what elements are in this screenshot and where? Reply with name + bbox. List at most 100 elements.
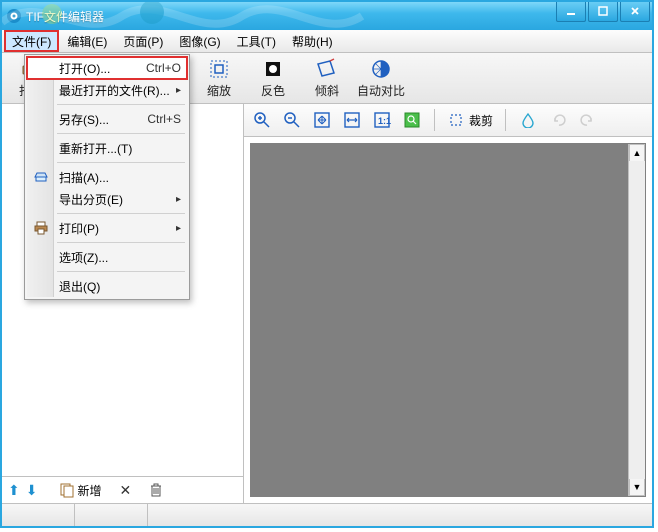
- image-canvas[interactable]: ▲ ▼: [250, 143, 646, 497]
- close-button[interactable]: [620, 1, 650, 22]
- zoom-out-icon: [283, 111, 301, 129]
- menu-save-as[interactable]: 另存(S)... Ctrl+S: [27, 108, 187, 130]
- menubar: 文件(F) 编辑(E) 页面(P) 图像(G) 工具(T) 帮助(H): [2, 30, 652, 53]
- menu-separator: [57, 104, 185, 105]
- crop-button[interactable]: 裁剪: [445, 109, 495, 131]
- crop-icon: [447, 111, 465, 129]
- window-controls: [554, 1, 650, 22]
- zoom-region-icon: [403, 111, 421, 129]
- menu-edit-label: 编辑(E): [67, 33, 107, 50]
- zoom-out-button[interactable]: [280, 108, 304, 132]
- redo-button[interactable]: [576, 108, 600, 132]
- trash-icon: [149, 482, 163, 498]
- toolbar-separator: [505, 109, 506, 131]
- trash-button[interactable]: [149, 482, 163, 498]
- menu-page[interactable]: 页面(P): [115, 30, 171, 52]
- menu-tools-label: 工具(T): [237, 33, 276, 50]
- menu-options-label: 选项(Z)...: [59, 249, 108, 266]
- chevron-down-icon: ▼: [633, 482, 642, 492]
- printer-icon: [33, 220, 49, 236]
- tool-skew[interactable]: 倾斜: [302, 54, 352, 102]
- menu-save-as-label: 另存(S)...: [59, 111, 109, 128]
- add-page-label: 新增: [77, 482, 101, 499]
- zoom-in-icon: [253, 111, 271, 129]
- delete-page-button[interactable]: ✕: [119, 483, 131, 497]
- redo-icon: [580, 112, 596, 128]
- menu-print[interactable]: 打印(P): [27, 217, 187, 239]
- actual-size-icon: 1:1: [373, 111, 391, 129]
- move-up-button[interactable]: ⬆: [8, 483, 20, 497]
- menu-scan-label: 扫描(A)...: [59, 169, 109, 186]
- menu-separator: [57, 271, 185, 272]
- maximize-button[interactable]: [588, 1, 618, 22]
- app-icon: [6, 8, 22, 24]
- tool-invert[interactable]: 反色: [248, 54, 298, 102]
- menu-edit[interactable]: 编辑(E): [59, 30, 115, 52]
- menu-open-label: 打开(O)...: [59, 60, 110, 77]
- titlebar: TIF文件编辑器: [2, 2, 652, 30]
- scroll-up-button[interactable]: ▲: [629, 144, 645, 161]
- undo-button[interactable]: [546, 108, 570, 132]
- delete-icon: ✕: [119, 483, 131, 497]
- status-cell-1: [2, 504, 75, 526]
- menu-image-label: 图像(G): [179, 33, 220, 50]
- tool-zoom[interactable]: 缩放: [194, 54, 244, 102]
- file-menu-dropdown: 打开(O)... Ctrl+O 最近打开的文件(R)... 另存(S)... C…: [24, 54, 190, 300]
- scroll-down-button[interactable]: ▼: [629, 479, 645, 496]
- invert-icon: [262, 58, 284, 80]
- menu-separator: [57, 133, 185, 134]
- fit-page-icon: [313, 111, 331, 129]
- svg-text:1:1: 1:1: [378, 116, 391, 126]
- zoom-region-button[interactable]: [400, 108, 424, 132]
- menu-export-pages[interactable]: 导出分页(E): [27, 188, 187, 210]
- menu-print-label: 打印(P): [59, 220, 99, 237]
- tool-label: 缩放: [207, 82, 231, 99]
- menu-reopen-label: 重新打开...(T): [59, 140, 132, 157]
- menu-recent-label: 最近打开的文件(R)...: [59, 82, 170, 99]
- chevron-up-icon: ▲: [633, 148, 642, 158]
- tool-label: 自动对比: [357, 82, 405, 99]
- menu-help-label: 帮助(H): [292, 33, 333, 50]
- app-window: TIF文件编辑器 文件(F)编辑(E)页面(P)图像(G)工具(T)帮助(H) …: [0, 0, 654, 528]
- vertical-scrollbar[interactable]: ▲ ▼: [628, 144, 645, 496]
- menu-reopen[interactable]: 重新打开...(T): [27, 137, 187, 159]
- resize-icon: [208, 58, 230, 80]
- menu-open-shortcut: Ctrl+O: [146, 61, 181, 75]
- add-page-button[interactable]: 新增: [59, 482, 101, 499]
- toolbar-separator: [434, 109, 435, 131]
- tool-label: 反色: [261, 82, 285, 99]
- tool-autocontrast[interactable]: 自动对比: [356, 54, 406, 102]
- menu-file[interactable]: 文件(F): [4, 30, 59, 52]
- menu-recent[interactable]: 最近打开的文件(R)...: [27, 79, 187, 101]
- status-cell-3: [148, 504, 652, 526]
- menu-help[interactable]: 帮助(H): [284, 30, 341, 52]
- menu-options[interactable]: 选项(Z)...: [27, 246, 187, 268]
- menu-exit[interactable]: 退出(Q): [27, 275, 187, 297]
- fit-width-icon: [343, 111, 361, 129]
- menu-scan[interactable]: 扫描(A)...: [27, 166, 187, 188]
- menu-exit-label: 退出(Q): [59, 278, 100, 295]
- menu-tools[interactable]: 工具(T): [229, 30, 284, 52]
- fit-width-button[interactable]: [340, 108, 364, 132]
- arrow-down-icon: ⬇: [26, 483, 38, 497]
- skew-icon: [316, 58, 338, 80]
- droplet-button[interactable]: [516, 108, 540, 132]
- scanner-icon: [33, 169, 49, 185]
- menu-page-label: 页面(P): [123, 33, 163, 50]
- thumbnail-toolbar: ⬆ ⬇ 新增 ✕: [2, 476, 243, 503]
- contrast-icon: [370, 58, 392, 80]
- menu-image[interactable]: 图像(G): [171, 30, 228, 52]
- fit-page-button[interactable]: [310, 108, 334, 132]
- status-cell-2: [75, 504, 148, 526]
- app-title: TIF文件编辑器: [26, 8, 104, 25]
- image-toolbar: 1:1 裁剪: [244, 104, 652, 137]
- droplet-icon: [520, 112, 536, 128]
- tool-label: 倾斜: [315, 82, 339, 99]
- zoom-in-button[interactable]: [250, 108, 274, 132]
- move-down-button[interactable]: ⬇: [26, 483, 38, 497]
- actual-size-button[interactable]: 1:1: [370, 108, 394, 132]
- minimize-button[interactable]: [556, 1, 586, 22]
- statusbar: [2, 503, 652, 526]
- menu-open[interactable]: 打开(O)... Ctrl+O: [27, 57, 187, 79]
- menu-separator: [57, 213, 185, 214]
